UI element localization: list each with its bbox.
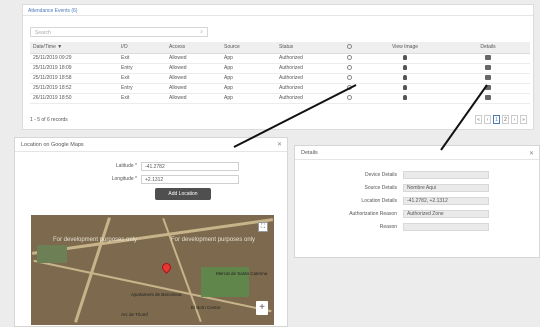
callout-line-details <box>440 84 488 151</box>
callout-line-geo <box>233 84 357 148</box>
callout-lines <box>233 84 488 151</box>
